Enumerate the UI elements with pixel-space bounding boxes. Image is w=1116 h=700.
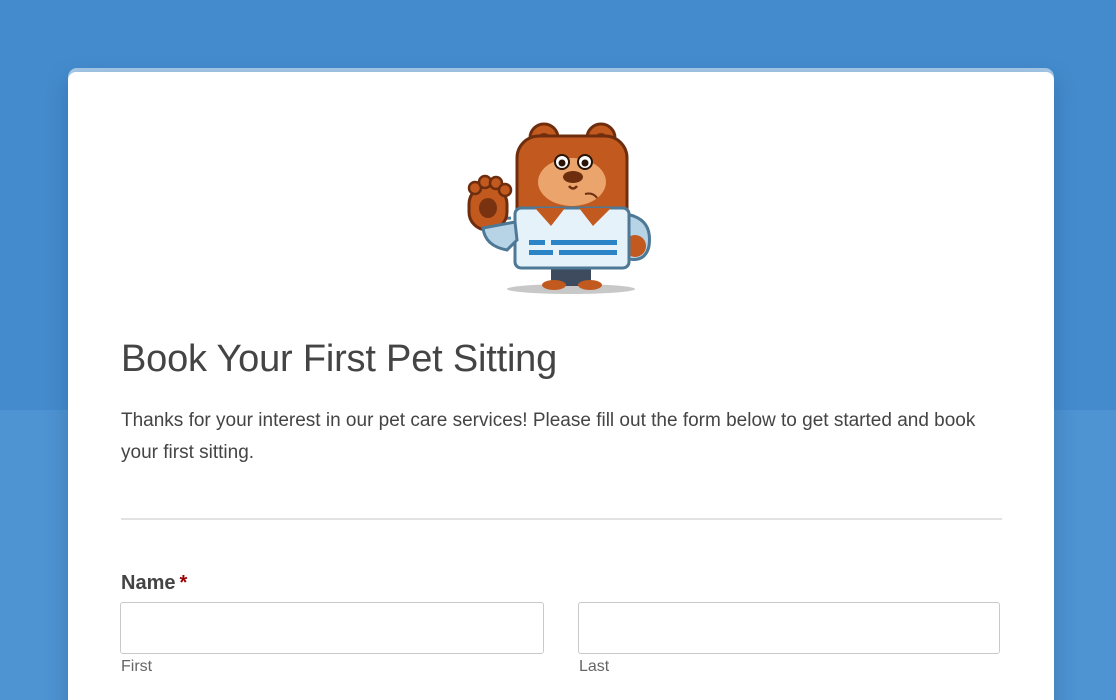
form-title: Book Your First Pet Sitting bbox=[121, 338, 558, 380]
last-name-sublabel: Last bbox=[579, 658, 610, 675]
form-description: Thanks for your interest in our pet care… bbox=[121, 410, 976, 463]
required-asterisk: * bbox=[179, 572, 188, 594]
first-name-input[interactable] bbox=[120, 602, 544, 654]
name-label-text: Name bbox=[121, 572, 176, 594]
last-name-input[interactable] bbox=[578, 602, 1000, 654]
bear-mascot-waving-icon bbox=[467, 122, 651, 294]
section-divider bbox=[121, 518, 1002, 520]
name-field-label: Name * bbox=[121, 572, 187, 595]
first-name-sublabel: First bbox=[121, 658, 153, 675]
